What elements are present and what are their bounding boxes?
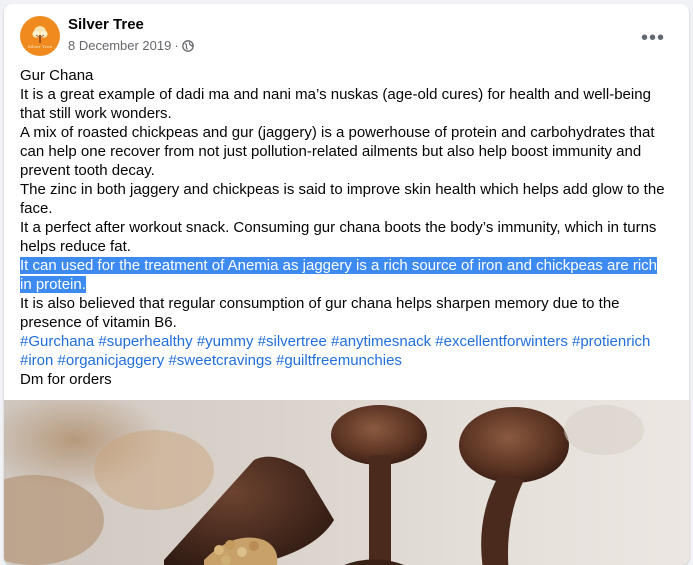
hashtag-link[interactable]: #anytimesnack	[331, 333, 431, 350]
hashtag-link[interactable]: #yummy	[197, 333, 254, 350]
post-date[interactable]: 8 December 2019	[68, 38, 171, 53]
post-paragraph: A mix of roasted chickpeas and gur (jagg…	[20, 124, 655, 179]
post-meta: 8 December 2019 ·	[68, 38, 194, 53]
tree-logo-icon	[32, 25, 48, 43]
post-header: Silver Tree Silver Tree 8 December 2019 …	[4, 4, 689, 64]
hashtag-link[interactable]: #silvertree	[258, 333, 327, 350]
more-options-icon[interactable]: •••	[635, 20, 671, 56]
post-paragraph: It is also believed that regular consump…	[20, 295, 620, 331]
hashtag-list: #Gurchana #superhealthy #yummy #silvertr…	[20, 332, 670, 370]
globe-icon[interactable]	[181, 39, 194, 52]
post-body: Gur Chana It is a great example of dadi …	[20, 66, 670, 389]
hashtag-link[interactable]: #excellentforwinters	[435, 333, 568, 350]
post-footer-text: Dm for orders	[20, 371, 112, 388]
post-paragraph: Gur Chana	[20, 67, 94, 84]
hashtag-link[interactable]: #protienrich	[572, 333, 650, 350]
hashtag-link[interactable]: #superhealthy	[98, 333, 192, 350]
post-card: Silver Tree Silver Tree 8 December 2019 …	[4, 4, 689, 565]
post-paragraph: It is a great example of dadi ma and nan…	[20, 86, 651, 122]
selected-text: It can used for the treatment of Anemia …	[20, 257, 657, 293]
page-name[interactable]: Silver Tree	[68, 16, 144, 33]
hashtag-link[interactable]: #iron	[20, 352, 53, 369]
meta-separator: ·	[174, 38, 179, 53]
post-paragraph: The zinc in both jaggery and chickpeas i…	[20, 181, 665, 217]
post-paragraph: It a perfect after workout snack. Consum…	[20, 219, 657, 255]
post-photo[interactable]	[4, 400, 689, 565]
hashtag-link[interactable]: #Gurchana	[20, 333, 94, 350]
page-avatar[interactable]: Silver Tree	[20, 16, 60, 56]
hashtag-link[interactable]: #organicjaggery	[58, 352, 165, 369]
highlighted-paragraph: It can used for the treatment of Anemia …	[20, 256, 670, 294]
hashtag-link[interactable]: #sweetcravings	[168, 352, 271, 369]
gur-chana-photo	[4, 400, 644, 565]
avatar-logo-text: Silver Tree	[27, 43, 53, 49]
hashtag-link[interactable]: #guiltfreemunchies	[276, 352, 402, 369]
